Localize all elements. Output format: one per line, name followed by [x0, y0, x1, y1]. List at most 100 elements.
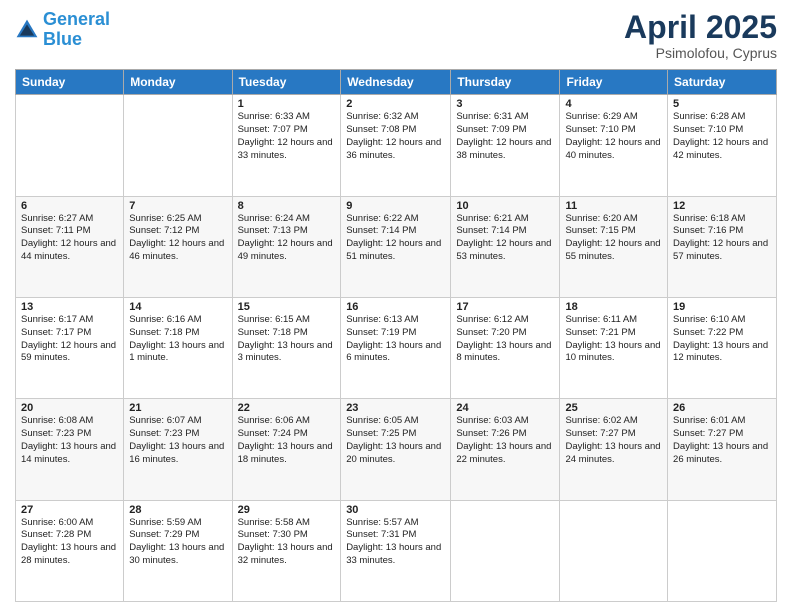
cell-content: Sunrise: 6:24 AM Sunset: 7:13 PM Dayligh… [238, 213, 336, 264]
table-cell: 27 Sunrise: 6:00 AM Sunset: 7:28 PM Dayl… [16, 500, 124, 601]
table-cell: 13 Sunrise: 6:17 AM Sunset: 7:17 PM Dayl… [16, 297, 124, 398]
month-title: April 2025 [624, 10, 777, 45]
table-cell: 4 Sunrise: 6:29 AM Sunset: 7:10 PM Dayli… [560, 95, 668, 196]
sunset-text: Sunset: 7:07 PM [238, 124, 336, 137]
sunset-text: Sunset: 7:20 PM [456, 327, 554, 340]
sunset-text: Sunset: 7:15 PM [565, 225, 662, 238]
cell-content: Sunrise: 6:17 AM Sunset: 7:17 PM Dayligh… [21, 314, 118, 365]
sunrise-text: Sunrise: 6:20 AM [565, 213, 662, 226]
day-number: 10 [456, 200, 554, 212]
sunrise-text: Sunrise: 6:02 AM [565, 415, 662, 428]
table-cell: 25 Sunrise: 6:02 AM Sunset: 7:27 PM Dayl… [560, 399, 668, 500]
header-thursday: Thursday [451, 70, 560, 95]
cell-content: Sunrise: 6:12 AM Sunset: 7:20 PM Dayligh… [456, 314, 554, 365]
sunset-text: Sunset: 7:09 PM [456, 124, 554, 137]
table-cell: 16 Sunrise: 6:13 AM Sunset: 7:19 PM Dayl… [341, 297, 451, 398]
table-cell: 29 Sunrise: 5:58 AM Sunset: 7:30 PM Dayl… [232, 500, 341, 601]
calendar: Sunday Monday Tuesday Wednesday Thursday… [15, 69, 777, 602]
cell-content: Sunrise: 5:59 AM Sunset: 7:29 PM Dayligh… [129, 517, 226, 568]
cell-content: Sunrise: 6:29 AM Sunset: 7:10 PM Dayligh… [565, 111, 662, 162]
table-cell: 28 Sunrise: 5:59 AM Sunset: 7:29 PM Dayl… [124, 500, 232, 601]
header-saturday: Saturday [668, 70, 777, 95]
daylight-text: Daylight: 13 hours and 30 minutes. [129, 542, 226, 568]
cell-content: Sunrise: 6:33 AM Sunset: 7:07 PM Dayligh… [238, 111, 336, 162]
table-cell: 3 Sunrise: 6:31 AM Sunset: 7:09 PM Dayli… [451, 95, 560, 196]
logo-line2: Blue [43, 29, 82, 49]
week-row-4: 20 Sunrise: 6:08 AM Sunset: 7:23 PM Dayl… [16, 399, 777, 500]
sunset-text: Sunset: 7:13 PM [238, 225, 336, 238]
table-cell: 15 Sunrise: 6:15 AM Sunset: 7:18 PM Dayl… [232, 297, 341, 398]
daylight-text: Daylight: 13 hours and 10 minutes. [565, 340, 662, 366]
sunrise-text: Sunrise: 6:25 AM [129, 213, 226, 226]
daylight-text: Daylight: 13 hours and 28 minutes. [21, 542, 118, 568]
header-wednesday: Wednesday [341, 70, 451, 95]
daylight-text: Daylight: 13 hours and 33 minutes. [346, 542, 445, 568]
sunrise-text: Sunrise: 6:18 AM [673, 213, 771, 226]
sunrise-text: Sunrise: 5:58 AM [238, 517, 336, 530]
day-number: 2 [346, 98, 445, 110]
title-block: April 2025 Psimolofou, Cyprus [624, 10, 777, 61]
sunset-text: Sunset: 7:17 PM [21, 327, 118, 340]
sunrise-text: Sunrise: 6:16 AM [129, 314, 226, 327]
sunrise-text: Sunrise: 5:57 AM [346, 517, 445, 530]
sunrise-text: Sunrise: 6:12 AM [456, 314, 554, 327]
day-number: 24 [456, 402, 554, 414]
sunrise-text: Sunrise: 6:01 AM [673, 415, 771, 428]
table-cell: 11 Sunrise: 6:20 AM Sunset: 7:15 PM Dayl… [560, 196, 668, 297]
sunset-text: Sunset: 7:14 PM [346, 225, 445, 238]
daylight-text: Daylight: 12 hours and 40 minutes. [565, 137, 662, 163]
sunset-text: Sunset: 7:21 PM [565, 327, 662, 340]
table-cell: 26 Sunrise: 6:01 AM Sunset: 7:27 PM Dayl… [668, 399, 777, 500]
sunset-text: Sunset: 7:16 PM [673, 225, 771, 238]
cell-content: Sunrise: 6:05 AM Sunset: 7:25 PM Dayligh… [346, 415, 445, 466]
sunrise-text: Sunrise: 6:00 AM [21, 517, 118, 530]
cell-content: Sunrise: 6:25 AM Sunset: 7:12 PM Dayligh… [129, 213, 226, 264]
table-cell: 10 Sunrise: 6:21 AM Sunset: 7:14 PM Dayl… [451, 196, 560, 297]
table-cell: 20 Sunrise: 6:08 AM Sunset: 7:23 PM Dayl… [16, 399, 124, 500]
cell-content: Sunrise: 6:20 AM Sunset: 7:15 PM Dayligh… [565, 213, 662, 264]
day-number: 17 [456, 301, 554, 313]
daylight-text: Daylight: 12 hours and 53 minutes. [456, 238, 554, 264]
sunrise-text: Sunrise: 6:33 AM [238, 111, 336, 124]
day-number: 16 [346, 301, 445, 313]
daylight-text: Daylight: 12 hours and 44 minutes. [21, 238, 118, 264]
day-number: 27 [21, 504, 118, 516]
table-cell: 19 Sunrise: 6:10 AM Sunset: 7:22 PM Dayl… [668, 297, 777, 398]
cell-content: Sunrise: 6:00 AM Sunset: 7:28 PM Dayligh… [21, 517, 118, 568]
table-cell: 1 Sunrise: 6:33 AM Sunset: 7:07 PM Dayli… [232, 95, 341, 196]
sunrise-text: Sunrise: 6:11 AM [565, 314, 662, 327]
day-number: 29 [238, 504, 336, 516]
day-number: 3 [456, 98, 554, 110]
header-friday: Friday [560, 70, 668, 95]
cell-content: Sunrise: 6:10 AM Sunset: 7:22 PM Dayligh… [673, 314, 771, 365]
sunrise-text: Sunrise: 6:08 AM [21, 415, 118, 428]
logo-icon [15, 18, 39, 42]
sunset-text: Sunset: 7:25 PM [346, 428, 445, 441]
cell-content: Sunrise: 6:15 AM Sunset: 7:18 PM Dayligh… [238, 314, 336, 365]
sunrise-text: Sunrise: 6:24 AM [238, 213, 336, 226]
header-monday: Monday [124, 70, 232, 95]
week-row-3: 13 Sunrise: 6:17 AM Sunset: 7:17 PM Dayl… [16, 297, 777, 398]
daylight-text: Daylight: 12 hours and 55 minutes. [565, 238, 662, 264]
cell-content: Sunrise: 6:01 AM Sunset: 7:27 PM Dayligh… [673, 415, 771, 466]
daylight-text: Daylight: 12 hours and 42 minutes. [673, 137, 771, 163]
sunrise-text: Sunrise: 6:29 AM [565, 111, 662, 124]
sunrise-text: Sunrise: 6:21 AM [456, 213, 554, 226]
sunset-text: Sunset: 7:26 PM [456, 428, 554, 441]
daylight-text: Daylight: 13 hours and 6 minutes. [346, 340, 445, 366]
table-cell: 9 Sunrise: 6:22 AM Sunset: 7:14 PM Dayli… [341, 196, 451, 297]
day-number: 20 [21, 402, 118, 414]
daylight-text: Daylight: 12 hours and 57 minutes. [673, 238, 771, 264]
weekday-header-row: Sunday Monday Tuesday Wednesday Thursday… [16, 70, 777, 95]
table-cell: 5 Sunrise: 6:28 AM Sunset: 7:10 PM Dayli… [668, 95, 777, 196]
sunset-text: Sunset: 7:29 PM [129, 529, 226, 542]
location-subtitle: Psimolofou, Cyprus [624, 45, 777, 61]
day-number: 26 [673, 402, 771, 414]
day-number: 9 [346, 200, 445, 212]
sunset-text: Sunset: 7:27 PM [673, 428, 771, 441]
table-cell: 23 Sunrise: 6:05 AM Sunset: 7:25 PM Dayl… [341, 399, 451, 500]
table-cell: 22 Sunrise: 6:06 AM Sunset: 7:24 PM Dayl… [232, 399, 341, 500]
daylight-text: Daylight: 12 hours and 33 minutes. [238, 137, 336, 163]
daylight-text: Daylight: 12 hours and 51 minutes. [346, 238, 445, 264]
daylight-text: Daylight: 13 hours and 1 minute. [129, 340, 226, 366]
